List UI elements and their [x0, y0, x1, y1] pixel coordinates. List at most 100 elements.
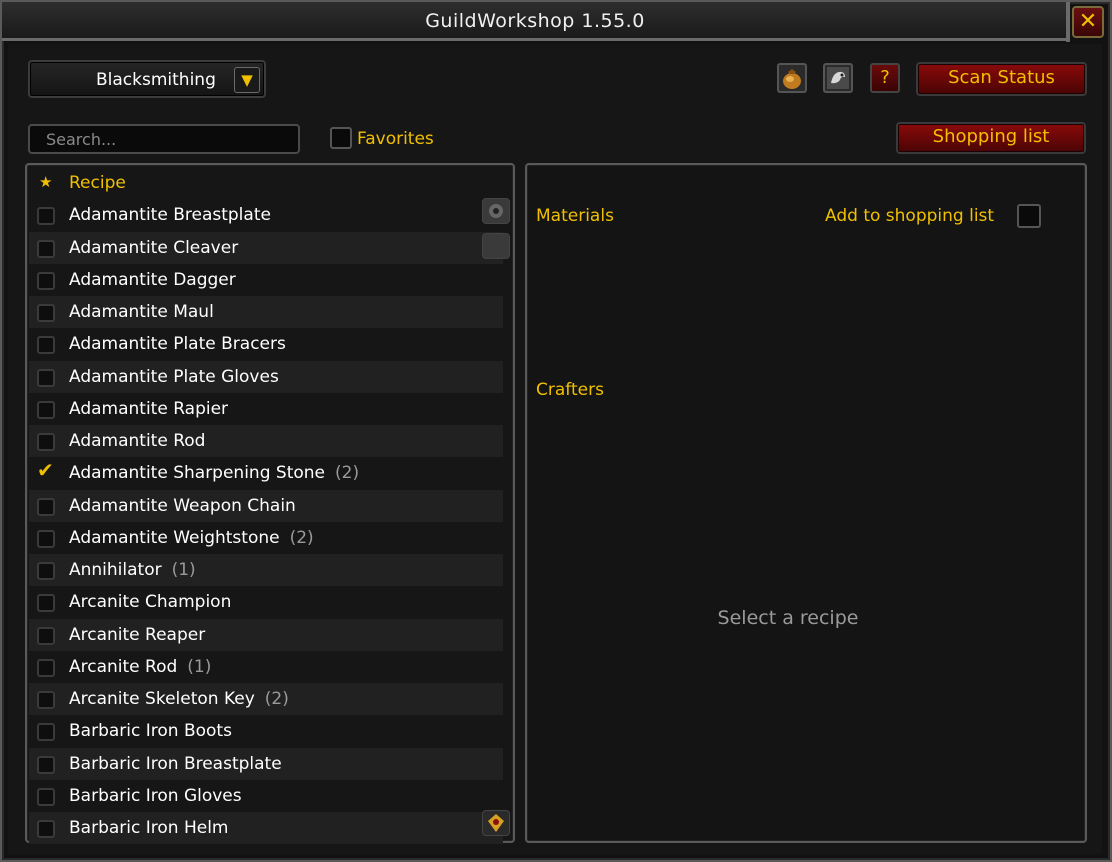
- recipe-checkbox[interactable]: [37, 562, 55, 580]
- gear-scroll-icon: [489, 204, 503, 218]
- recipe-name: Annihilator: [69, 560, 162, 580]
- recipe-checkbox[interactable]: [37, 723, 55, 742]
- recipe-label: Adamantite Weightstone (2): [69, 528, 314, 548]
- profession-dropdown[interactable]: Blacksmithing ▼: [28, 60, 266, 98]
- recipe-name: Arcanite Champion: [69, 592, 232, 613]
- recipe-row[interactable]: Annihilator (1): [29, 554, 503, 587]
- recipe-row[interactable]: Adamantite Dagger: [29, 264, 503, 296]
- recipe-row[interactable]: Barbaric Iron Helm: [29, 812, 503, 845]
- recipe-checkbox[interactable]: [37, 529, 55, 548]
- recipe-crafter-count: (2): [289, 527, 314, 548]
- add-to-shopping-label: Add to shopping list: [825, 206, 995, 226]
- recipe-row[interactable]: Barbaric Iron Boots: [29, 715, 503, 747]
- recipe-name: Adamantite Maul: [69, 302, 214, 322]
- recipe-row[interactable]: ✔ Adamantite Sharpening Stone (2): [29, 457, 503, 489]
- recipe-name: Arcanite Rod: [69, 656, 178, 677]
- recipe-row[interactable]: Adamantite Rod: [29, 425, 503, 458]
- recipe-name: Barbaric Iron Gloves: [69, 785, 242, 806]
- recipe-checkbox[interactable]: [37, 594, 55, 613]
- recipe-name: Adamantite Dagger: [69, 269, 236, 290]
- recipe-name: Barbaric Iron Boots: [69, 721, 232, 742]
- materials-label: Materials: [536, 206, 614, 226]
- recipe-checkbox[interactable]: [37, 368, 55, 387]
- recipe-checkbox[interactable]: [37, 304, 55, 322]
- recipe-name: Adamantite Plate Gloves: [69, 366, 279, 387]
- recipe-row[interactable]: Adamantite Breastplate: [29, 199, 503, 231]
- add-to-shopping-checkbox[interactable]: [1017, 204, 1041, 228]
- recipe-checkbox[interactable]: [37, 691, 55, 709]
- recipe-name: Adamantite Weapon Chain: [69, 495, 296, 516]
- recipe-crafter-count: (2): [335, 463, 360, 484]
- scroll-down-icon[interactable]: [482, 810, 510, 836]
- recipe-row[interactable]: Adamantite Plate Bracers: [29, 328, 503, 360]
- recipe-list: ★ Recipe Adamantite Breastplate Adamantit…: [29, 167, 503, 845]
- recipe-row[interactable]: Arcanite Rod (1): [29, 651, 503, 683]
- recipe-name: Adamantite Weightstone: [69, 527, 280, 548]
- recipe-checkbox[interactable]: [37, 271, 55, 290]
- close-button[interactable]: ✕: [1072, 6, 1104, 38]
- recipe-name: Adamantite Rod: [69, 431, 206, 451]
- recipe-label: Annihilator (1): [69, 560, 196, 580]
- recipe-checkbox[interactable]: [37, 787, 55, 806]
- recipe-checkbox[interactable]: [37, 207, 55, 226]
- recipe-crafter-count: (1): [187, 656, 212, 677]
- recipe-label: Arcanite Rod (1): [69, 657, 211, 677]
- recipe-list-panel: ★ Recipe Adamantite Breastplate Adamantit…: [25, 163, 515, 845]
- help-button[interactable]: ?: [870, 63, 900, 93]
- shopping-list-button[interactable]: Shopping list: [896, 122, 1086, 154]
- recipe-row[interactable]: Adamantite Weightstone (2): [29, 522, 503, 554]
- profession-selected: Blacksmithing: [96, 70, 216, 90]
- recipe-checkbox[interactable]: [37, 433, 55, 451]
- search-input[interactable]: [28, 124, 300, 154]
- favorites-label: Favorites: [357, 129, 434, 149]
- guild-crest-icon: [827, 67, 849, 89]
- recipe-checkbox[interactable]: [37, 755, 55, 774]
- recipe-name: Barbaric Iron Helm: [69, 818, 229, 838]
- recipe-label: Arcanite Skeleton Key (2): [69, 689, 289, 709]
- recipe-row[interactable]: Adamantite Weapon Chain: [29, 489, 503, 522]
- recipe-row[interactable]: Adamantite Plate Gloves: [29, 360, 503, 393]
- recipe-name: Arcanite Reaper: [69, 624, 206, 645]
- scroll-thumb[interactable]: [482, 233, 510, 259]
- recipe-list-header[interactable]: ★ Recipe: [29, 167, 503, 199]
- recipe-crafter-count: (2): [264, 689, 289, 709]
- recipe-crafter-count: (1): [171, 560, 196, 580]
- money-bag-icon: [783, 69, 801, 89]
- scroll-up-icon[interactable]: [482, 198, 510, 224]
- money-bag-icon-button[interactable]: [777, 63, 807, 93]
- recipe-name: Adamantite Breastplate: [69, 205, 271, 226]
- recipe-row[interactable]: Arcanite Champion: [29, 586, 503, 618]
- recipe-detail-panel: [525, 163, 1087, 843]
- recipe-checkbox[interactable]: [37, 239, 55, 258]
- recipe-row[interactable]: Arcanite Reaper: [29, 618, 503, 651]
- recipe-row[interactable]: Arcanite Skeleton Key (2): [29, 683, 503, 716]
- recipe-row[interactable]: Barbaric Iron Gloves: [29, 780, 503, 812]
- recipe-row[interactable]: Adamantite Rapier: [29, 393, 503, 425]
- recipe-row[interactable]: Adamantite Maul: [29, 296, 503, 329]
- recipe-row[interactable]: Adamantite Cleaver: [29, 231, 503, 264]
- recipe-row[interactable]: Barbaric Iron Breastplate: [29, 747, 503, 780]
- recipe-name: Adamantite Cleaver: [69, 237, 239, 258]
- star-icon: ★: [39, 173, 53, 191]
- crafters-label: Crafters: [536, 380, 604, 400]
- recipe-checkbox[interactable]: [37, 400, 55, 419]
- recipe-checkbox[interactable]: [37, 497, 55, 516]
- recipe-name: Adamantite Sharpening Stone: [69, 463, 325, 484]
- recipe-checkbox[interactable]: [37, 820, 55, 838]
- window-title: GuildWorkshop 1.55.0: [425, 10, 645, 32]
- scan-status-button[interactable]: Scan Status: [916, 62, 1087, 96]
- favorites-checkbox[interactable]: [330, 127, 352, 149]
- checkmark-icon[interactable]: ✔: [37, 460, 54, 480]
- title-bar[interactable]: GuildWorkshop 1.55.0: [2, 2, 1068, 41]
- guild-crest-icon-button[interactable]: [823, 63, 853, 93]
- recipe-checkbox[interactable]: [37, 658, 55, 677]
- recipe-checkbox[interactable]: [37, 626, 55, 645]
- recipe-name: Arcanite Skeleton Key: [69, 689, 255, 709]
- dropdown-arrow-icon[interactable]: ▼: [234, 67, 260, 93]
- recipe-label: Adamantite Sharpening Stone (2): [69, 463, 359, 483]
- recipe-name: Barbaric Iron Breastplate: [69, 753, 282, 774]
- recipe-name: Adamantite Rapier: [69, 398, 229, 419]
- recipe-column-header: Recipe: [69, 173, 126, 193]
- title-divider: [1066, 2, 1070, 42]
- recipe-checkbox[interactable]: [37, 336, 55, 355]
